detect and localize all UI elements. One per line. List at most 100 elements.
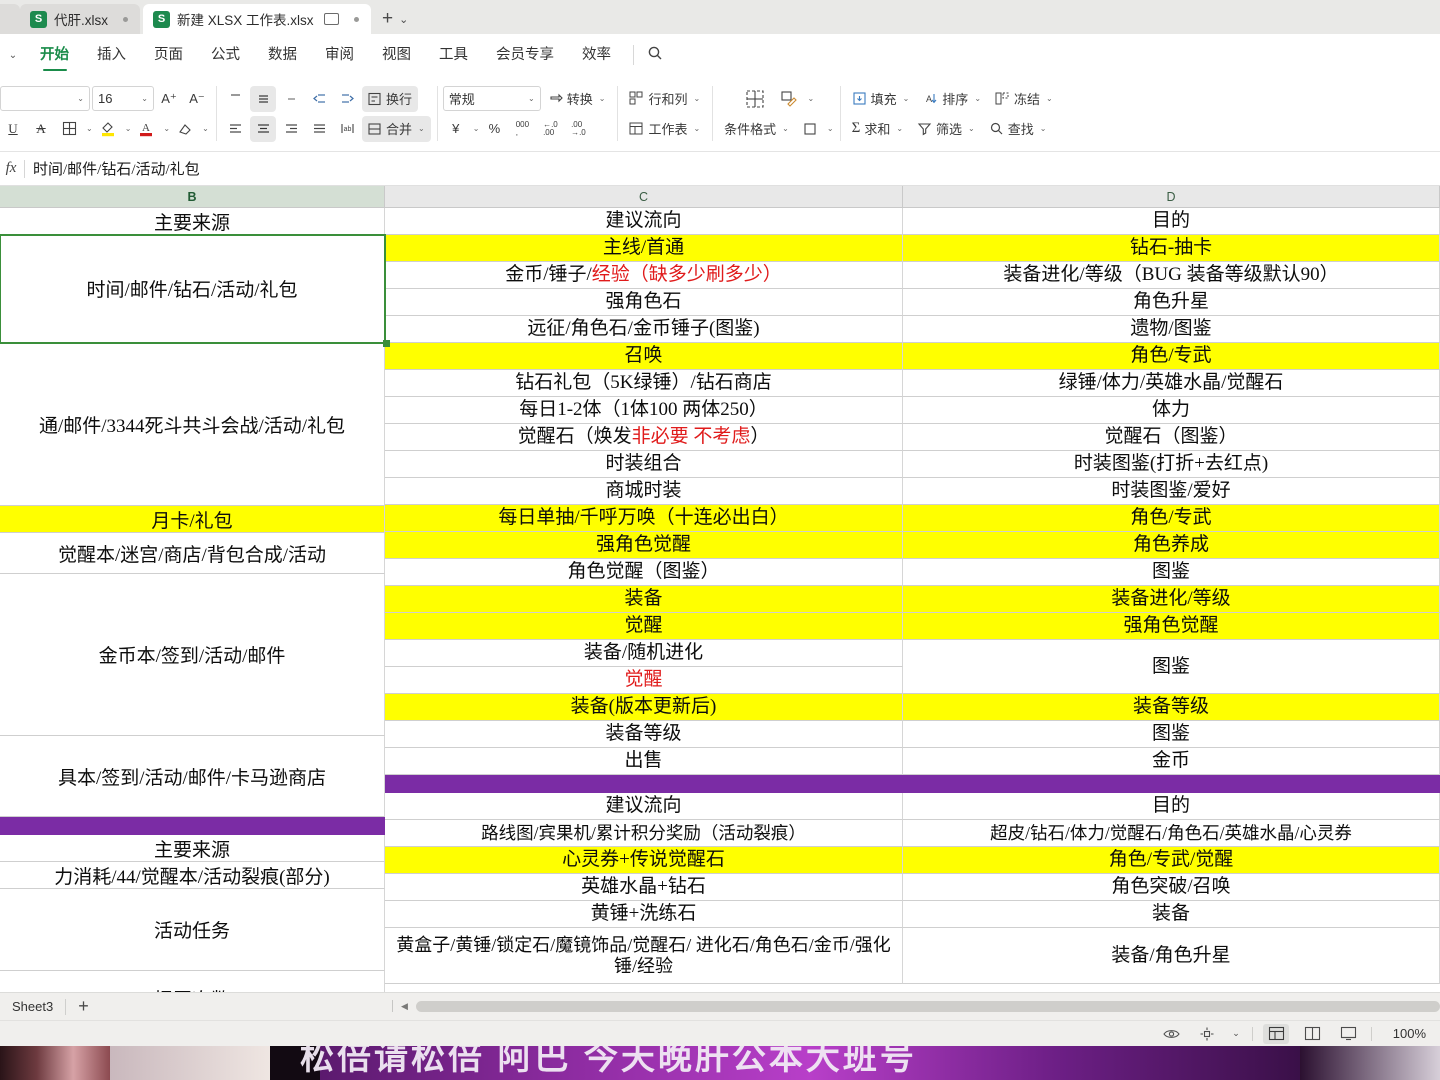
column-header-d[interactable]: D <box>903 186 1440 207</box>
fill-button[interactable]: 填充 ⌄ <box>846 86 916 112</box>
cell-c-15[interactable]: 装备 <box>385 586 903 613</box>
cell-b-merged-8[interactable]: 活动任务 <box>0 889 385 971</box>
currency-caret-icon[interactable]: ⌄ <box>473 124 480 133</box>
clear-format-caret-icon[interactable]: ⌄ <box>202 124 209 133</box>
decrease-decimal-icon[interactable]: .00 →.0 <box>565 116 591 142</box>
cell-c-11[interactable]: 商城时装 <box>385 478 903 505</box>
view-page-icon[interactable] <box>1299 1024 1325 1044</box>
ribbon-tab-page[interactable]: 页面 <box>140 34 197 76</box>
fx-icon[interactable]: fx <box>0 160 22 177</box>
search-icon[interactable] <box>642 45 668 65</box>
text-direction-icon[interactable]: ab <box>334 116 360 142</box>
align-middle-icon[interactable] <box>250 85 276 112</box>
borders-caret-icon[interactable]: ⌄ <box>86 124 93 133</box>
ribbon-tab-member[interactable]: 会员专享 <box>482 34 568 76</box>
view-reading-icon[interactable] <box>1335 1024 1361 1044</box>
cell-b-merged-1[interactable]: 时间/邮件/钻石/活动/礼包 <box>0 235 385 343</box>
rows-and-columns-button[interactable]: 行和列 ⌄ <box>623 86 706 112</box>
ribbon-tab-efficiency[interactable]: 效率 <box>568 34 625 76</box>
comma-style-icon[interactable]: 000, <box>509 116 535 142</box>
column-header-c[interactable]: C <box>385 186 903 207</box>
cell-c-9[interactable]: 觉醒石（焕发 非必要 不考虑） <box>385 424 903 451</box>
zoom-level[interactable]: 100% <box>1382 1026 1426 1041</box>
ribbon-tab-data[interactable]: 数据 <box>254 34 311 76</box>
freeze-button[interactable]: 冻结 ⌄ <box>989 86 1059 112</box>
cell-c-26[interactable]: 黄锤+洗练石 <box>385 901 903 928</box>
cell-d-11[interactable]: 时装图鉴/爱好 <box>903 478 1440 505</box>
ribbon-tab-formula[interactable]: 公式 <box>197 34 254 76</box>
view-normal-icon[interactable] <box>1263 1023 1289 1044</box>
cell-c-4[interactable]: 强角色石 <box>385 289 903 316</box>
conditional-format-button[interactable]: 条件格式 ⌄ <box>718 116 795 142</box>
cell-selection-handle[interactable] <box>383 340 390 347</box>
cell-c-6[interactable]: 召唤 <box>385 343 903 370</box>
merge-cells-button[interactable]: 合并 ⌄ <box>362 115 431 142</box>
cell-d-21[interactable]: 金币 <box>903 748 1440 775</box>
align-left-icon[interactable] <box>222 116 248 142</box>
align-bottom-icon[interactable] <box>278 86 304 112</box>
cell-d-3[interactable]: 装备进化/等级（BUG 装备等级默认90） <box>903 262 1440 289</box>
cell-d-19[interactable]: 装备等级 <box>903 694 1440 721</box>
document-tab-2[interactable]: S 新建 XLSX 工作表.xlsx <box>143 4 371 34</box>
cell-c-23[interactable]: 路线图/宾果机/累计积分奖励（活动裂痕） <box>385 820 903 847</box>
cell-d-1[interactable]: 目的 <box>903 208 1440 235</box>
cell-b-merged-6[interactable]: 具本/签到/活动/邮件/卡马逊商店 <box>0 736 385 817</box>
currency-icon[interactable]: ¥ <box>443 116 469 142</box>
chevron-down-icon[interactable]: ⌄ <box>399 13 408 26</box>
cell-c-27[interactable]: 黄盒子/黄锤/锁定石/魔镜饰品/觉醒石/ 进化石/角色石/金币/强化锤/经验 <box>385 928 903 984</box>
column-header-b[interactable]: B <box>0 186 385 207</box>
table-style-icon[interactable] <box>738 86 772 112</box>
cell-c-3[interactable]: 金币/锤子/经验（缺多少刷多少） <box>385 262 903 289</box>
increase-font-size-icon[interactable]: A⁺ <box>156 86 182 112</box>
cast-screen-icon[interactable] <box>324 13 339 25</box>
cell-d-12[interactable]: 角色/专武 <box>903 505 1440 532</box>
cell-d-25[interactable]: 角色突破/召唤 <box>903 874 1440 901</box>
layout-move-icon[interactable] <box>1194 1024 1220 1044</box>
align-right-icon[interactable] <box>278 116 304 142</box>
ribbon-tab-insert[interactable]: 插入 <box>83 34 140 76</box>
document-tab-1[interactable]: S 代肝.xlsx <box>20 4 140 34</box>
ribbon-tab-view[interactable]: 视图 <box>368 34 425 76</box>
cell-d-17-merged[interactable]: 图鉴 <box>903 640 1440 694</box>
increase-decimal-icon[interactable]: ←.0.00 <box>537 116 563 142</box>
cell-b-header[interactable]: 主要来源 <box>0 208 385 235</box>
cell-c-2[interactable]: 主线/首通 <box>385 235 903 262</box>
cell-b-merged-9[interactable]: 扭蛋次数 <box>0 971 385 992</box>
cell-d-9[interactable]: 觉醒石（图鉴） <box>903 424 1440 451</box>
cell-c-5[interactable]: 远征/角色石/金币锤子(图鉴) <box>385 316 903 343</box>
merge-caret-icon[interactable]: ⌄ <box>418 124 425 133</box>
ribbon-tab-home[interactable]: 开始 <box>26 34 83 76</box>
crop-shape-icon[interactable] <box>797 116 823 142</box>
number-format-select[interactable]: 常规 ⌄ <box>442 86 541 111</box>
clear-format-icon[interactable] <box>172 116 198 142</box>
wrap-text-button[interactable]: 换行 <box>362 85 419 112</box>
cell-c-22[interactable]: 建议流向 <box>385 793 903 820</box>
find-button[interactable]: 查找 ⌄ <box>983 116 1053 142</box>
ribbon-expand-caret-icon[interactable]: ⌄ <box>0 50 26 61</box>
cell-d-23[interactable]: 超皮/钻石/体力/觉醒石/角色石/英雄水晶/心灵券 <box>903 820 1440 847</box>
cell-d-27[interactable]: 装备/角色升星 <box>903 928 1440 984</box>
fill-color-icon[interactable] <box>95 116 121 142</box>
spreadsheet-grid-area[interactable]: B C D 主要来源 时间/邮件/钻石/活动/礼包 通/邮件/3344死斗共斗会… <box>0 186 1440 992</box>
decrease-font-size-icon[interactable]: A⁻ <box>184 86 210 112</box>
cell-b-merged-4[interactable]: 觉醒本/迷宫/商店/背包合成/活动 <box>0 533 385 574</box>
cell-c-25[interactable]: 英雄水晶+钻石 <box>385 874 903 901</box>
cell-style-icon[interactable] <box>774 86 804 112</box>
ribbon-tab-tools[interactable]: 工具 <box>425 34 482 76</box>
cell-b-merged-2[interactable]: 通/邮件/3344死斗共斗会战/活动/礼包 <box>0 343 385 506</box>
cell-b-header-2[interactable]: 主要来源 <box>0 835 385 862</box>
cell-d-14[interactable]: 图鉴 <box>903 559 1440 586</box>
scroll-left-arrow-icon[interactable]: ◀ <box>401 1001 408 1012</box>
add-sheet-button[interactable]: + <box>66 996 101 1017</box>
cell-d-20[interactable]: 图鉴 <box>903 721 1440 748</box>
cell-d-6[interactable]: 角色/专武 <box>903 343 1440 370</box>
cell-c-21[interactable]: 出售 <box>385 748 903 775</box>
cell-d-8[interactable]: 体力 <box>903 397 1440 424</box>
sort-button[interactable]: A 排序 ⌄ <box>917 86 987 112</box>
scroll-thumb[interactable] <box>415 1000 1440 1012</box>
horizontal-scrollbar[interactable]: ◀ <box>392 997 1440 1015</box>
cell-d-26[interactable]: 装备 <box>903 901 1440 928</box>
font-family-select[interactable]: ⌄ <box>0 86 90 111</box>
filter-button[interactable]: 筛选 ⌄ <box>911 116 981 142</box>
cell-d-5[interactable]: 遗物/图鉴 <box>903 316 1440 343</box>
